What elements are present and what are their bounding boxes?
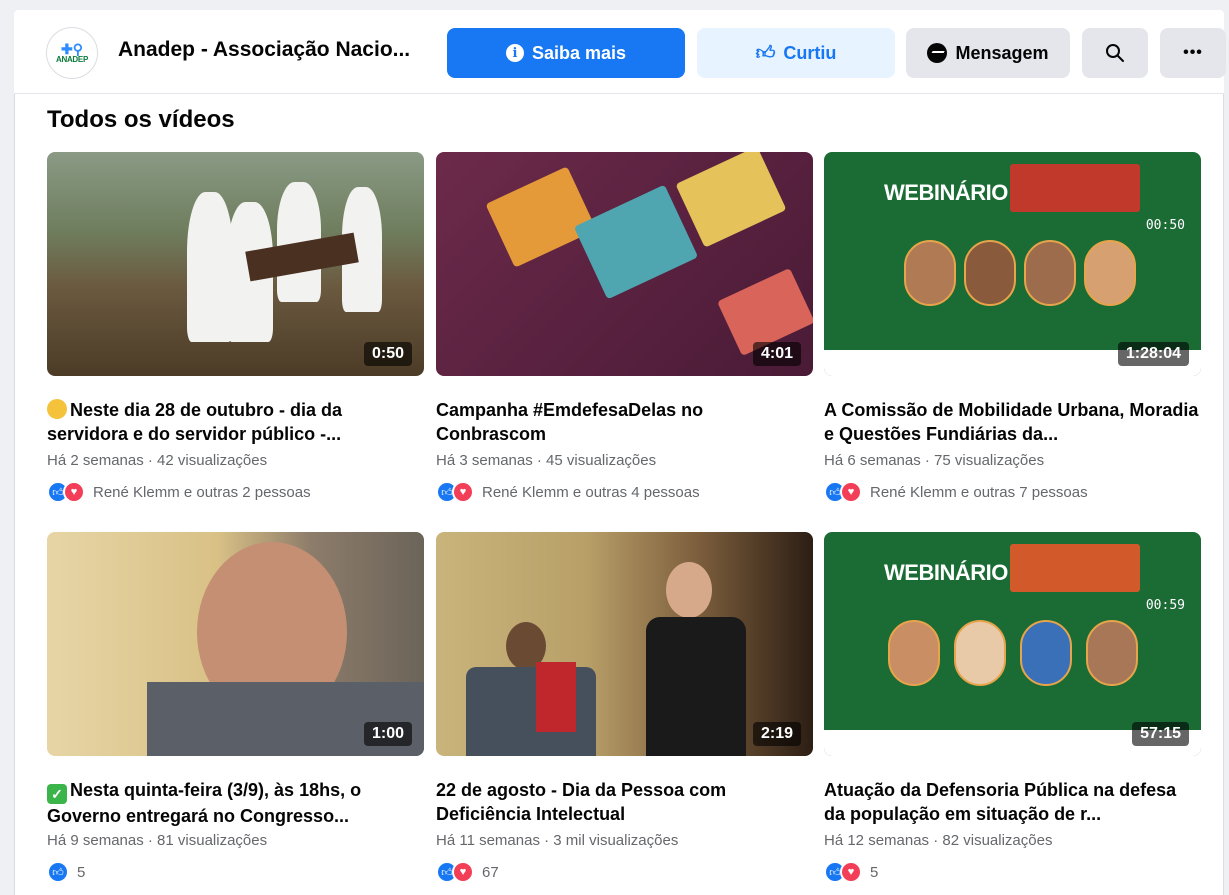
poster-shape — [573, 184, 699, 300]
webinar-label: WEBINÁRIO — [884, 560, 1008, 585]
learn-more-button[interactable]: i Saiba mais — [447, 28, 685, 78]
liked-button[interactable]: 👍︎ Curtiu — [697, 28, 895, 78]
duration-badge: 2:19 — [752, 722, 801, 746]
video-title[interactable]: Campanha #EmdefesaDelas no Conbrascom — [436, 398, 813, 446]
video-thumbnail[interactable]: WEBINÁRIO 00:59 57:15 — [824, 532, 1201, 756]
reaction-text: René Klemm e outras 4 pessoas — [482, 483, 700, 501]
message-button[interactable]: Mensagem — [906, 28, 1070, 78]
video-card[interactable]: 2:19 22 de agosto - Dia da Pessoa com De… — [436, 532, 813, 883]
search-button[interactable] — [1082, 28, 1148, 78]
reaction-summary[interactable]: 👍︎ ♥ 67 — [436, 861, 813, 883]
poster-shape — [485, 166, 597, 268]
webinar-topic-tag — [1010, 544, 1140, 592]
speaker-portrait — [1084, 240, 1136, 306]
video-card[interactable]: 0:50 Neste dia 28 de outubro - dia da se… — [47, 152, 424, 503]
like-reaction-icon: 👍︎ — [47, 861, 69, 883]
accordion-player-shape — [466, 667, 596, 756]
anadep-logo-icon: ✚⚲ — [61, 40, 83, 57]
speaker-portrait — [1024, 240, 1076, 306]
ellipsis-icon: ••• — [1183, 44, 1203, 61]
video-thumbnail[interactable]: 4:01 — [436, 152, 813, 376]
duration-badge: 4:01 — [752, 342, 801, 366]
webinar-timer: 00:50 — [1145, 218, 1185, 233]
video-thumbnail[interactable]: 2:19 — [436, 532, 813, 756]
video-thumbnail[interactable]: WEBINÁRIO 00:50 1:28:04 — [824, 152, 1201, 376]
reaction-text: René Klemm e outras 2 pessoas — [93, 483, 311, 501]
smiling-emoji-icon — [47, 399, 67, 419]
search-icon — [1106, 44, 1124, 62]
video-title[interactable]: Atuação da Defensoria Pública na defesa … — [824, 778, 1201, 826]
video-title[interactable]: ✓ Nesta quinta-feira (3/9), às 18hs, o Go… — [47, 778, 424, 826]
reaction-summary[interactable]: 👍︎ 5 — [47, 861, 424, 883]
video-meta: Há 9 semanas · 81 visualizações — [47, 832, 268, 849]
video-meta: Há 3 semanas · 45 visualizações — [436, 452, 657, 469]
accordion-shape — [536, 662, 576, 732]
person-face-shape — [666, 562, 712, 618]
webinar-timer: 00:59 — [1145, 598, 1185, 613]
reaction-text: 67 — [482, 863, 499, 881]
reaction-summary[interactable]: 👍︎ ♥ René Klemm e outras 4 pessoas — [436, 481, 813, 503]
love-reaction-icon: ♥ — [452, 861, 474, 883]
video-card[interactable]: 4:01 Campanha #EmdefesaDelas no Conbrasc… — [436, 152, 813, 503]
love-reaction-icon: ♥ — [840, 861, 862, 883]
video-meta: Há 2 semanas · 42 visualizações — [47, 452, 268, 469]
message-label: Mensagem — [955, 42, 1049, 63]
page-header: ✚⚲ ANADEP Anadep - Associação Nacio... i… — [14, 10, 1226, 94]
video-title[interactable]: Neste dia 28 de outubro - dia da servido… — [47, 398, 424, 446]
speaker-portrait — [954, 620, 1006, 686]
video-title-text: Nesta quinta-feira (3/9), às 18hs, o Gov… — [47, 780, 362, 826]
video-meta: Há 12 semanas · 82 visualizações — [824, 832, 1053, 849]
more-options-button[interactable]: ••• — [1160, 28, 1226, 78]
speaker-portrait — [1086, 620, 1138, 686]
webinar-topic-tag — [1010, 164, 1140, 212]
speaker-portrait — [1020, 620, 1072, 686]
duration-badge: 57:15 — [1132, 722, 1189, 746]
info-icon: i — [505, 44, 524, 62]
learn-more-label: Saiba mais — [531, 42, 627, 63]
reaction-text: René Klemm e outras 7 pessoas — [870, 483, 1088, 501]
avatar-brand: ANADEP — [56, 54, 88, 64]
love-reaction-icon: ♥ — [63, 481, 85, 503]
reaction-summary[interactable]: 👍︎ ♥ 5 — [824, 861, 1201, 883]
love-reaction-icon: ♥ — [452, 481, 474, 503]
page-avatar[interactable]: ✚⚲ ANADEP — [46, 27, 98, 79]
reaction-summary[interactable]: 👍︎ ♥ René Klemm e outras 2 pessoas — [47, 481, 424, 503]
messenger-icon — [927, 43, 948, 63]
duration-badge: 0:50 — [363, 342, 412, 366]
video-thumbnail[interactable]: 0:50 — [47, 152, 424, 376]
duration-badge: 1:00 — [363, 722, 412, 746]
reaction-summary[interactable]: 👍︎ ♥ René Klemm e outras 7 pessoas — [824, 481, 1201, 503]
vest-shape — [646, 617, 746, 756]
speaker-portrait — [904, 240, 956, 306]
section-title: Todos os vídeos — [47, 106, 235, 133]
duration-badge: 1:28:04 — [1117, 342, 1189, 366]
speaker-portrait — [964, 240, 1016, 306]
reaction-text: 5 — [77, 863, 86, 881]
love-reaction-icon: ♥ — [840, 481, 862, 503]
thumbs-up-icon: 👍︎ — [755, 42, 776, 64]
poster-shape — [675, 152, 787, 248]
page-title[interactable]: Anadep - Associação Nacio... — [118, 38, 410, 62]
check-mark-emoji-icon: ✓ — [47, 784, 67, 804]
video-card[interactable]: WEBINÁRIO 00:50 1:28:04 A Comissão de Mo… — [824, 152, 1201, 503]
video-meta: Há 6 semanas · 75 visualizações — [824, 452, 1045, 469]
video-thumbnail[interactable]: 1:00 — [47, 532, 424, 756]
video-title-text: Neste dia 28 de outubro - dia da servido… — [47, 400, 343, 444]
video-card[interactable]: 1:00 ✓ Nesta quinta-feira (3/9), às 18hs,… — [47, 532, 424, 883]
webinar-label: WEBINÁRIO — [884, 180, 1008, 205]
video-meta: Há 11 semanas · 3 mil visualizações — [436, 832, 679, 849]
video-card[interactable]: WEBINÁRIO 00:59 57:15 Atuação da Defenso… — [824, 532, 1201, 883]
speaker-portrait — [888, 620, 940, 686]
reaction-text: 5 — [870, 863, 879, 881]
video-title[interactable]: A Comissão de Mobilidade Urbana, Moradia… — [824, 398, 1201, 446]
liked-label: Curtiu — [783, 42, 837, 63]
video-title[interactable]: 22 de agosto - Dia da Pessoa com Deficiê… — [436, 778, 813, 826]
